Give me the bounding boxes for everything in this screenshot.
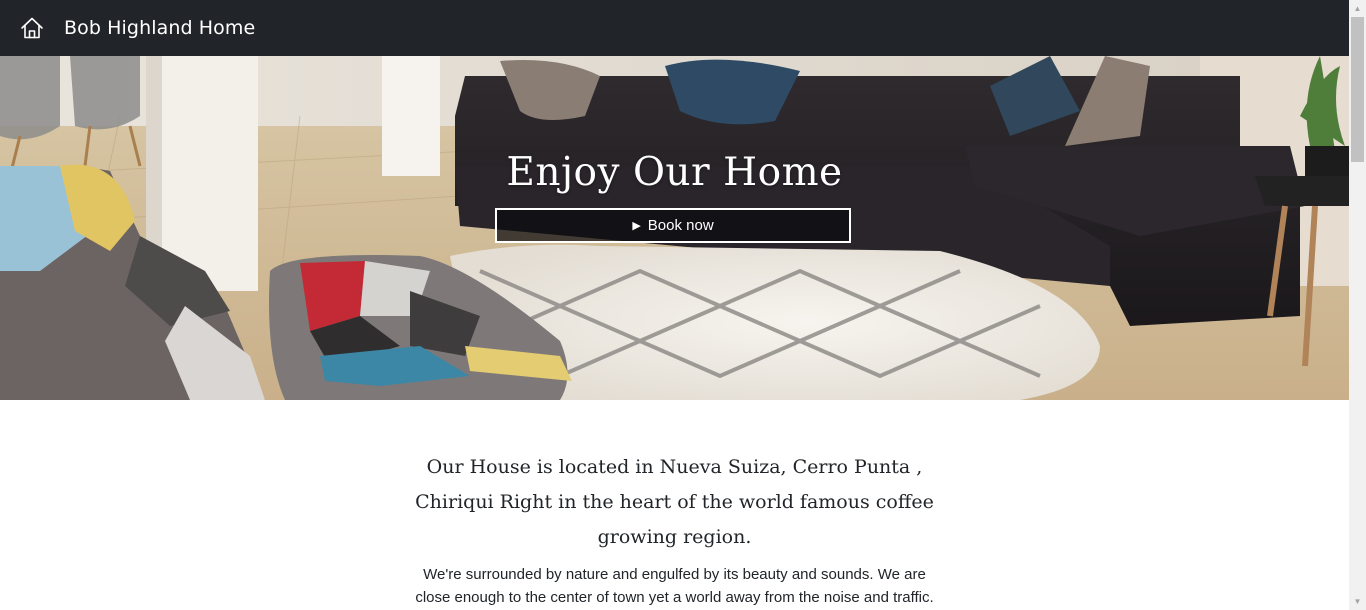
play-icon: ▶	[632, 220, 641, 232]
home-link[interactable]	[20, 16, 44, 40]
intro-heading: Our House is located in Nueva Suiza, Cer…	[415, 456, 934, 548]
page: Bob Highland Home Enjoy Our Home ▶ Book …	[0, 0, 1349, 610]
scroll-up-icon[interactable]: ▲	[1349, 0, 1366, 17]
intro-body: We're surrounded by nature and engulfed …	[415, 566, 934, 606]
scroll-down-icon[interactable]: ▼	[1349, 593, 1366, 610]
navbar: Bob Highland Home	[0, 0, 1349, 56]
vertical-scrollbar[interactable]: ▲ ▼	[1349, 0, 1366, 610]
hero-banner: Enjoy Our Home ▶ Book now	[0, 56, 1349, 400]
book-now-button[interactable]: ▶ Book now	[495, 208, 851, 243]
book-now-label: Book now	[647, 217, 714, 234]
home-icon	[20, 16, 44, 40]
hero-title: Enjoy Our Home	[506, 150, 843, 195]
brand-link[interactable]: Bob Highland Home	[64, 17, 255, 39]
scrollbar-thumb[interactable]	[1351, 17, 1364, 162]
intro-section: Our House is located in Nueva Suiza, Cer…	[0, 450, 1349, 609]
